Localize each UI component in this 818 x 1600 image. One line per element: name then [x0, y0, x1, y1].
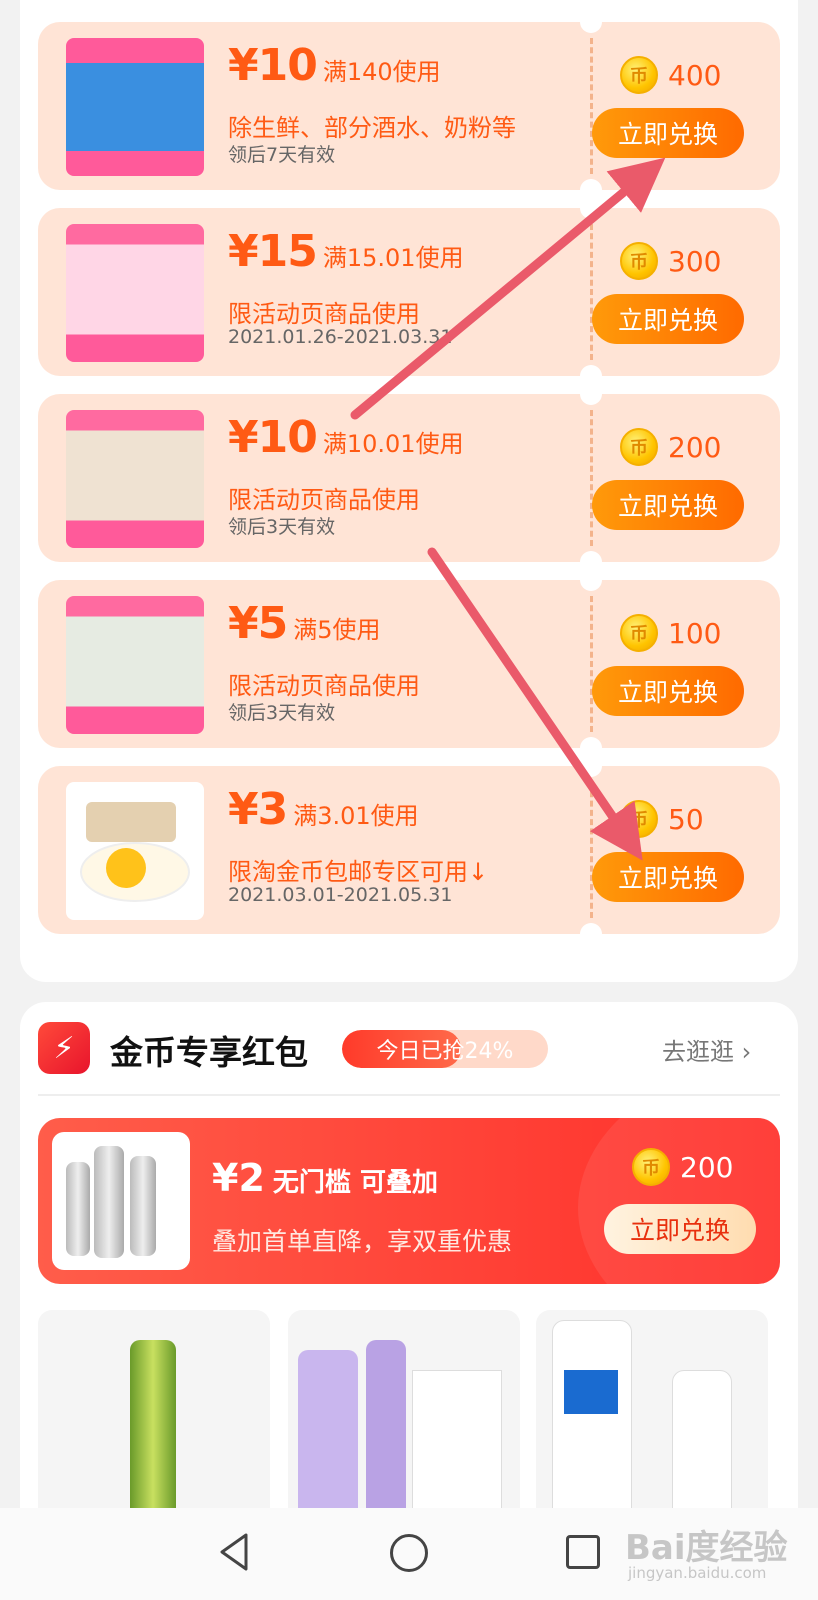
product-thumbnail: [66, 38, 204, 176]
coupon-validity: 2021.01.26-2021.03.31: [228, 326, 453, 348]
product-card[interactable]: [38, 1310, 270, 1530]
coupon-condition: 满3.01使用: [293, 802, 419, 830]
coupon-amount: ¥3 满3.01使用: [228, 784, 419, 835]
bolt-icon: ⚡: [38, 1022, 90, 1074]
coupon-value: ¥10: [228, 412, 318, 463]
coupon-condition: 满10.01使用: [322, 430, 464, 458]
coupon-validity: 领后3天有效: [228, 516, 336, 538]
redeem-button[interactable]: 立即兑换: [592, 108, 744, 158]
coin-amount: 200: [680, 1150, 734, 1184]
product-card[interactable]: [536, 1310, 768, 1530]
coin-icon: 币: [620, 428, 658, 466]
red-packet-amount: ¥2 无门槛 可叠加: [212, 1156, 438, 1200]
coupon-amount: ¥5 满5使用: [228, 598, 381, 649]
divider: [38, 1094, 780, 1096]
redeem-button[interactable]: 立即兑换: [592, 852, 744, 902]
coin-cost: 币 300: [620, 242, 721, 280]
coupon-description: 限淘金币包邮专区可用↓: [228, 858, 489, 886]
coupon-amount: ¥15 满15.01使用: [228, 226, 464, 277]
coin-amount: 300: [668, 244, 722, 278]
redeem-button[interactable]: 立即兑换: [604, 1204, 756, 1254]
coupon-value: ¥10: [228, 40, 318, 91]
back-icon[interactable]: [218, 1532, 250, 1572]
redeem-button[interactable]: 立即兑换: [592, 294, 744, 344]
coupon-item: ¥10 满10.01使用 限活动页商品使用 领后3天有效 币 200 立即兑换: [38, 383, 780, 573]
coupon-description: 限活动页商品使用: [228, 300, 420, 328]
coin-cost: 币 200: [632, 1148, 733, 1186]
browse-more-link[interactable]: 去逛逛 ›: [662, 1032, 751, 1067]
coupon-description: 限活动页商品使用: [228, 672, 420, 700]
red-packet-card: ¥2 无门槛 可叠加 叠加首单直降，享双重优惠 币 200 立即兑换: [38, 1118, 780, 1284]
dashed-divider: [590, 224, 593, 360]
product-thumbnail: [66, 224, 204, 362]
watermark-url: jingyan.baidu.com: [628, 1564, 767, 1582]
dashed-divider: [590, 782, 593, 918]
coin-icon: 币: [620, 614, 658, 652]
notch: [580, 755, 602, 777]
browse-more-label: 去逛逛: [662, 1038, 734, 1066]
recent-apps-icon[interactable]: [566, 1535, 600, 1569]
notch: [580, 923, 602, 945]
red-packet-value: ¥2: [212, 1156, 265, 1200]
coupon-condition: 满5使用: [293, 616, 381, 644]
coupon-description: 限活动页商品使用: [228, 486, 420, 514]
product-thumbnail: [52, 1132, 190, 1270]
coupon-description: 除生鲜、部分酒水、奶粉等: [228, 114, 516, 142]
coin-cost: 币 100: [620, 614, 721, 652]
coupon-condition: 满140使用: [322, 58, 441, 86]
coin-icon: 币: [632, 1148, 670, 1186]
product-card[interactable]: [288, 1310, 520, 1530]
coupon-validity: 领后7天有效: [228, 144, 336, 166]
coin-icon: 币: [620, 800, 658, 838]
progress-label: 今日已抢24%: [376, 1039, 514, 1064]
section-title: 金币专享红包: [110, 1033, 308, 1072]
grab-progress: 今日已抢24%: [342, 1030, 548, 1068]
coin-cost: 币 200: [620, 428, 721, 466]
coin-amount: 200: [668, 430, 722, 464]
notch: [580, 383, 602, 405]
coupon-amount: ¥10 满10.01使用: [228, 412, 464, 463]
coin-icon: 币: [620, 56, 658, 94]
product-thumbnail: [66, 782, 204, 920]
product-thumbnail: [66, 410, 204, 548]
coin-icon: 币: [620, 242, 658, 280]
watermark-logo: Bai度经验: [625, 1528, 788, 1568]
home-icon[interactable]: [390, 1534, 428, 1572]
notch: [580, 569, 602, 591]
coin-cost: 币 400: [620, 56, 721, 94]
red-packet-condition: 无门槛 可叠加: [272, 1168, 438, 1198]
dashed-divider: [590, 38, 593, 174]
coupon-condition: 满15.01使用: [322, 244, 464, 272]
coin-amount: 400: [668, 58, 722, 92]
notch: [580, 197, 602, 219]
coin-amount: 100: [668, 616, 722, 650]
coupon-value: ¥5: [228, 598, 288, 649]
coupon-item: ¥15 满15.01使用 限活动页商品使用 2021.01.26-2021.03.…: [38, 197, 780, 387]
redeem-button[interactable]: 立即兑换: [592, 666, 744, 716]
decorative-arc: [578, 1118, 780, 1284]
coin-cost: 币 50: [620, 800, 704, 838]
coin-amount: 50: [668, 802, 704, 836]
coupon-item: ¥3 满3.01使用 限淘金币包邮专区可用↓ 2021.03.01-2021.05…: [38, 755, 780, 945]
red-packet-description: 叠加首单直降，享双重优惠: [212, 1227, 513, 1256]
chevron-right-icon: ›: [741, 1038, 752, 1066]
coupon-item: ¥5 满5使用 限活动页商品使用 领后3天有效 币 100 立即兑换: [38, 569, 780, 759]
notch: [580, 11, 602, 33]
coupon-validity: 2021.03.01-2021.05.31: [228, 884, 453, 906]
coupon-item: ¥10 满140使用 除生鲜、部分酒水、奶粉等 领后7天有效 币 400 立即兑换: [38, 11, 780, 201]
dashed-divider: [590, 596, 593, 732]
coupon-amount: ¥10 满140使用: [228, 40, 441, 91]
redeem-button[interactable]: 立即兑换: [592, 480, 744, 530]
product-thumbnail: [66, 596, 204, 734]
coupon-validity: 领后3天有效: [228, 702, 336, 724]
coupon-value: ¥3: [228, 784, 288, 835]
coupon-value: ¥15: [228, 226, 318, 277]
dashed-divider: [590, 410, 593, 546]
